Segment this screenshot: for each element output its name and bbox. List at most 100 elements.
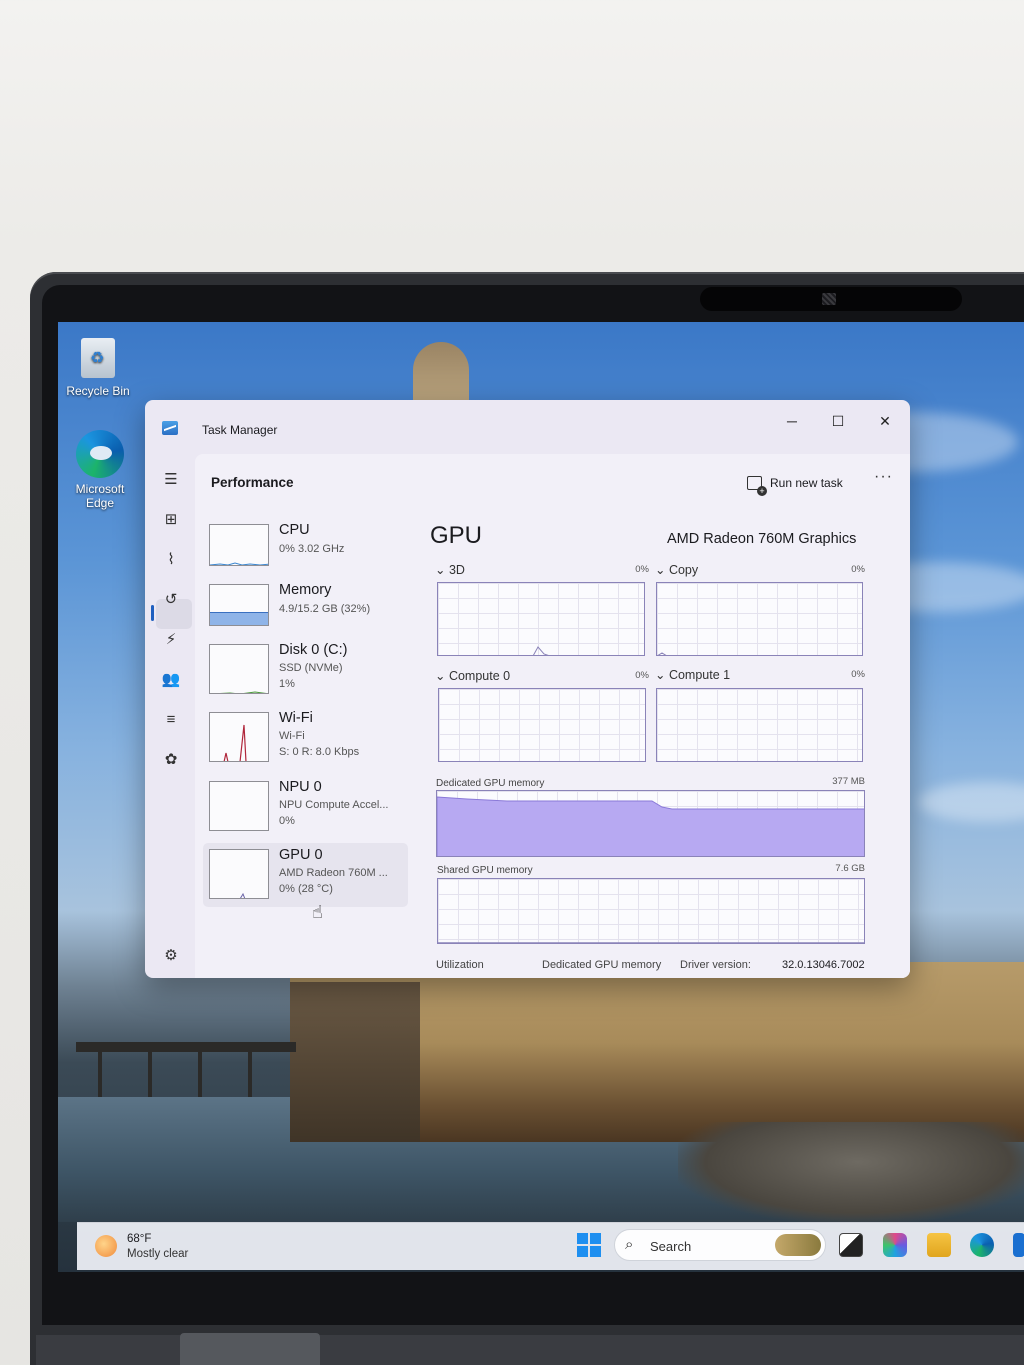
weather-temperature: 68°F [127, 1233, 152, 1245]
gpu-heading: GPU [430, 522, 483, 549]
desktop-icon-label: Microsoft Edge [75, 482, 125, 510]
device-stat: AMD Radeon 760M ... [279, 867, 388, 879]
device-stat: S: 0 R: 8.0 Kbps [279, 746, 360, 758]
processes-icon[interactable]: ⊞ [159, 508, 183, 532]
dedicated-memory-max: 377 MB [832, 776, 865, 787]
desktop-icon-label: Recycle Bin [66, 384, 130, 398]
nav-sidebar: ☰ ⊞ ⌇ ↺ ⚡ 👥 ≡ ✿ ⚙ [145, 452, 195, 978]
maximize-button[interactable]: ☐ [818, 406, 858, 436]
device-stat: 0% [279, 815, 295, 827]
engine-pct: 0% [635, 670, 649, 681]
run-new-task-button[interactable]: Run new task [747, 468, 843, 498]
dedicated-memory-label: Dedicated GPU memory [436, 778, 545, 789]
engine-dropdown-compute1[interactable]: ⌄ Compute 1 [655, 667, 730, 682]
graph-3d [437, 582, 645, 656]
window-title: Task Manager [202, 423, 278, 437]
engine-dropdown-compute0[interactable]: ⌄ Compute 0 [435, 668, 510, 683]
run-new-task-label: Run new task [770, 476, 843, 490]
device-stat: NPU Compute Accel... [279, 799, 389, 811]
weather-description: Mostly clear [127, 1248, 189, 1260]
desktop-icon-edge[interactable]: Microsoft Edge [60, 430, 140, 510]
task-manager-window: Task Manager ─ ☐ ✕ ☰ ⊞ ⌇ ↺ ⚡ 👥 ≡ ✿ ⚙ Per… [145, 400, 910, 978]
device-item-gpu[interactable]: GPU 0 AMD Radeon 760M ... 0% (28 °C) [203, 843, 408, 907]
task-manager-icon [162, 421, 178, 435]
pier-leg [148, 1052, 152, 1097]
device-item-memory[interactable]: Memory 4.9/15.2 GB (32%) [203, 578, 408, 640]
app-history-icon[interactable]: ↺ [159, 588, 183, 612]
nav-active-indicator [151, 605, 154, 621]
engine-pct: 0% [851, 669, 865, 680]
hand-cursor-icon: ☝ [312, 902, 323, 922]
device-name: Disk 0 (C:) [279, 642, 348, 658]
title-bar[interactable]: Task Manager ─ ☐ ✕ [145, 400, 910, 452]
taskbar-search[interactable]: ⌕ Search [614, 1229, 826, 1261]
device-item-disk[interactable]: Disk 0 (C:) SSD (NVMe) 1% [203, 638, 408, 700]
shared-memory-max: 7.6 GB [835, 863, 865, 874]
microsoft-365-icon[interactable] [883, 1233, 907, 1257]
run-task-icon [747, 476, 767, 496]
recycle-bin-icon: ♻ [81, 338, 115, 378]
minimize-button[interactable]: ─ [772, 406, 812, 436]
close-button[interactable]: ✕ [865, 406, 905, 436]
file-explorer-icon[interactable] [927, 1233, 951, 1257]
search-highlight-icon [775, 1234, 821, 1256]
hinge-notch [180, 1333, 320, 1365]
performance-icon[interactable]: ⌇ [159, 548, 183, 572]
edge-taskbar-icon[interactable] [970, 1233, 994, 1257]
graph-compute1 [656, 688, 863, 762]
startup-apps-icon[interactable]: ⚡ [159, 628, 183, 652]
device-stat: Wi-Fi [279, 730, 305, 742]
device-name: CPU [279, 522, 310, 538]
device-name: GPU 0 [279, 847, 323, 863]
details-icon[interactable]: ≡ [159, 708, 183, 732]
gpu-thumbnail-graph [209, 849, 269, 899]
cpu-thumbnail-graph [209, 524, 269, 566]
dedicated-memory-stat-label: Dedicated GPU memory [542, 959, 662, 971]
task-view-icon[interactable] [839, 1233, 863, 1257]
engine-pct: 0% [851, 564, 865, 575]
hamburger-menu-icon[interactable]: ☰ [159, 468, 183, 492]
device-item-cpu[interactable]: CPU 0% 3.02 GHz [203, 518, 408, 580]
device-stat: 0% (28 °C) [279, 883, 333, 895]
store-icon[interactable] [1013, 1233, 1024, 1257]
memory-thumbnail-graph [209, 584, 269, 626]
driver-version-label: Driver version: [680, 959, 751, 971]
more-options-button[interactable]: ··· [874, 468, 893, 486]
utilization-label: Utilization [436, 959, 484, 971]
device-item-npu[interactable]: NPU 0 NPU Compute Accel... 0% [203, 775, 408, 837]
taskbar: 68°F Mostly clear ⌕ Search [77, 1222, 1024, 1270]
device-stat: 4.9/15.2 GB (32%) [279, 603, 371, 615]
performance-panel: Performance Run new task ··· CPU 0% 3.02… [195, 454, 910, 978]
pier-image [76, 1042, 296, 1052]
users-icon[interactable]: 👥 [159, 668, 183, 692]
graph-compute0 [438, 688, 646, 762]
start-windows-icon[interactable] [577, 1233, 601, 1257]
webcam-icon [822, 293, 836, 305]
disk-thumbnail-graph [209, 644, 269, 694]
pier-leg [248, 1052, 252, 1097]
engine-dropdown-3d[interactable]: ⌄ 3D [435, 562, 465, 577]
settings-gear-icon[interactable]: ⚙ [159, 944, 183, 968]
device-stat: 1% [279, 678, 295, 690]
device-name: Wi-Fi [279, 710, 313, 726]
device-name: Memory [279, 582, 332, 598]
device-name: NPU 0 [279, 779, 322, 795]
search-icon: ⌕ [625, 1236, 634, 1253]
gpu-model-name: AMD Radeon 760M Graphics [667, 531, 857, 547]
wifi-thumbnail-graph [209, 712, 269, 762]
services-icon[interactable]: ✿ [159, 748, 183, 772]
search-label: Search [650, 1239, 692, 1254]
weather-icon [95, 1235, 117, 1257]
desktop-icon-recycle-bin[interactable]: ♻ Recycle Bin [58, 338, 138, 398]
edge-icon [76, 430, 124, 478]
device-item-wifi[interactable]: Wi-Fi Wi-Fi S: 0 R: 8.0 Kbps [203, 706, 408, 768]
pier-leg [198, 1052, 202, 1097]
engine-dropdown-copy[interactable]: ⌄ Copy [655, 562, 698, 577]
graph-dedicated-memory [436, 790, 865, 857]
shared-memory-label: Shared GPU memory [437, 865, 533, 876]
graph-shared-memory [437, 878, 865, 944]
page-title: Performance [211, 475, 294, 490]
device-stat: 0% 3.02 GHz [279, 543, 345, 555]
pier-leg [98, 1052, 102, 1097]
device-stat: SSD (NVMe) [279, 662, 343, 674]
